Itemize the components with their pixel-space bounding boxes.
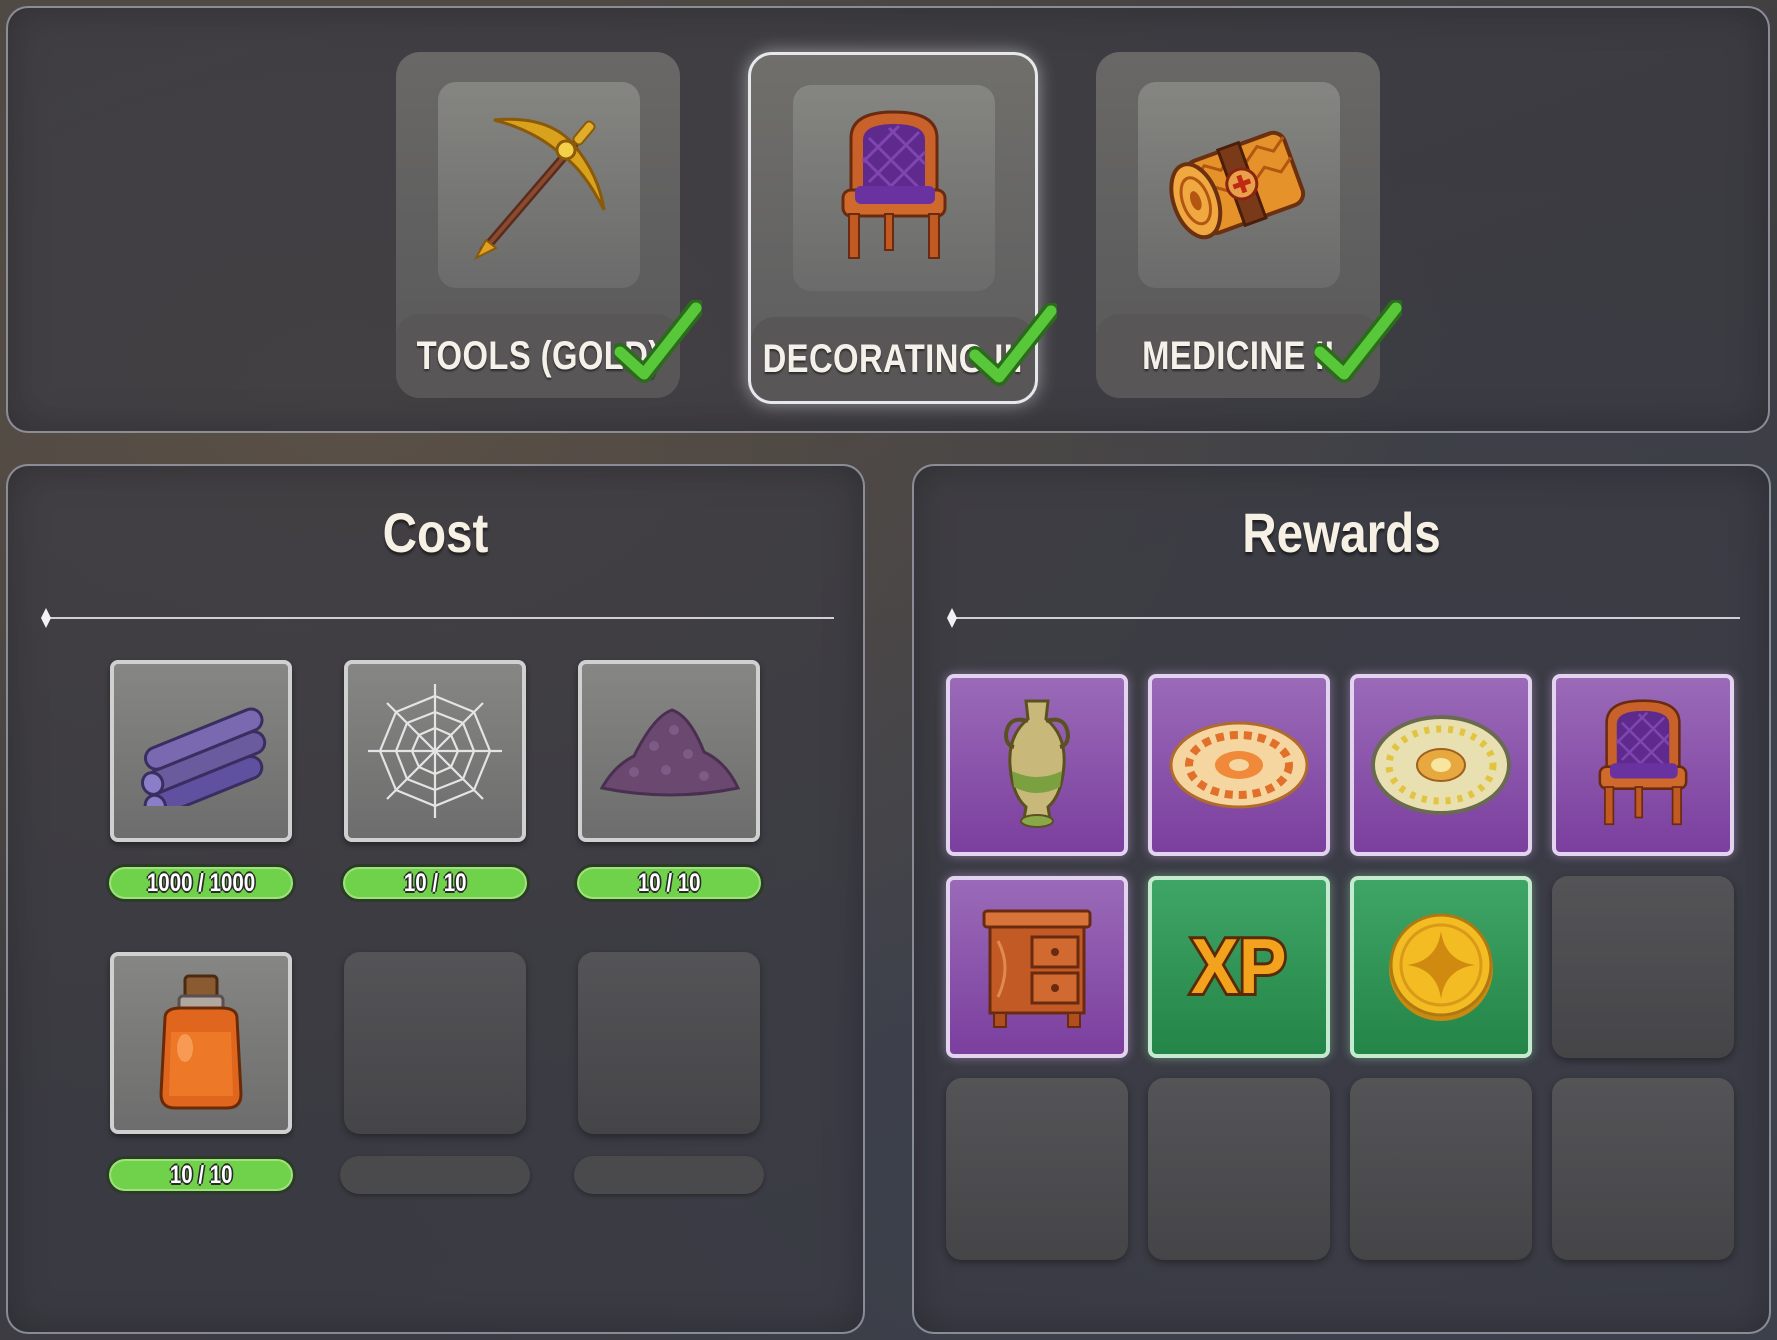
cost-progress-text: 10 / 10 <box>403 868 467 897</box>
rewards-panel: Rewards XP <box>912 464 1771 1334</box>
cost-item-slot[interactable] <box>344 660 526 842</box>
checkmark-icon <box>1314 300 1402 383</box>
purple-dust-pile-icon <box>599 708 741 797</box>
orange-potion-jar-icon <box>159 974 243 1110</box>
category-decorating-iii[interactable]: DECORATING III <box>748 52 1057 404</box>
yellow-round-rug-icon <box>1371 715 1511 815</box>
gold-coin-icon <box>1389 913 1493 1021</box>
cost-item-slot[interactable] <box>110 660 292 842</box>
checkmark-icon <box>969 303 1057 386</box>
bandage-roll-icon <box>1169 130 1306 240</box>
recipe-category-panel: TOOLS (GOLD) DECORATING III MEDICINE II <box>6 6 1770 433</box>
spider-web-icon <box>368 684 502 818</box>
cost-progress-bar: 10 / 10 <box>574 864 764 902</box>
reward-slot[interactable] <box>946 876 1128 1058</box>
vase-icon <box>1003 699 1071 828</box>
cost-progress-bar: 10 / 10 <box>340 864 530 902</box>
divider <box>41 608 834 628</box>
cost-progress-bar: 10 / 10 <box>106 1156 296 1194</box>
category-medicine-ii[interactable]: MEDICINE II <box>1096 52 1402 398</box>
reward-slot[interactable] <box>1350 876 1532 1058</box>
orange-round-rug-icon <box>1169 721 1309 809</box>
wicker-armchair-icon <box>841 110 947 259</box>
gold-pickaxe-icon <box>473 117 606 261</box>
checkmark-icon <box>614 300 702 383</box>
cost-empty-slot <box>578 952 760 1134</box>
reward-empty-slot <box>946 1078 1128 1260</box>
cost-progress-bar: 1000 / 1000 <box>106 864 296 902</box>
wooden-nightstand-icon <box>982 909 1092 1028</box>
reward-slot[interactable] <box>1350 674 1532 856</box>
cost-item-slot[interactable] <box>110 952 292 1134</box>
reward-empty-slot <box>1552 1078 1734 1260</box>
category-icon-box <box>1138 82 1340 288</box>
rewards-title: Rewards <box>1242 501 1441 564</box>
reward-empty-slot <box>1148 1078 1330 1260</box>
cost-item-slot[interactable] <box>578 660 760 842</box>
category-tools-gold[interactable]: TOOLS (GOLD) <box>396 52 702 398</box>
cost-progress-text: 10 / 10 <box>637 868 701 897</box>
reward-slot[interactable] <box>1552 674 1734 856</box>
cost-empty-progress <box>574 1156 764 1194</box>
cost-title: Cost <box>382 501 489 564</box>
purple-logs-icon <box>140 707 267 806</box>
xp-icon-text: XP <box>1191 922 1287 1009</box>
reward-slot[interactable] <box>1148 674 1330 856</box>
cost-progress-text: 10 / 10 <box>169 1160 233 1189</box>
cost-empty-slot <box>344 952 526 1134</box>
divider <box>947 608 1740 628</box>
category-icon-box <box>793 85 995 291</box>
category-icon-box <box>438 82 640 288</box>
cost-panel: Cost 1000 / 1000 10 / 10 10 / 10 10 / 10 <box>6 464 865 1334</box>
cost-progress-text: 1000 / 1000 <box>146 868 256 897</box>
cost-empty-progress <box>340 1156 530 1194</box>
xp-icon: XP <box>1188 919 1289 1012</box>
category-label: MEDICINE II <box>1141 333 1335 378</box>
wicker-armchair-icon <box>1598 699 1688 826</box>
reward-slot[interactable]: XP <box>1148 876 1330 1058</box>
reward-empty-slot <box>1552 876 1734 1058</box>
reward-slot[interactable] <box>946 674 1128 856</box>
reward-empty-slot <box>1350 1078 1532 1260</box>
